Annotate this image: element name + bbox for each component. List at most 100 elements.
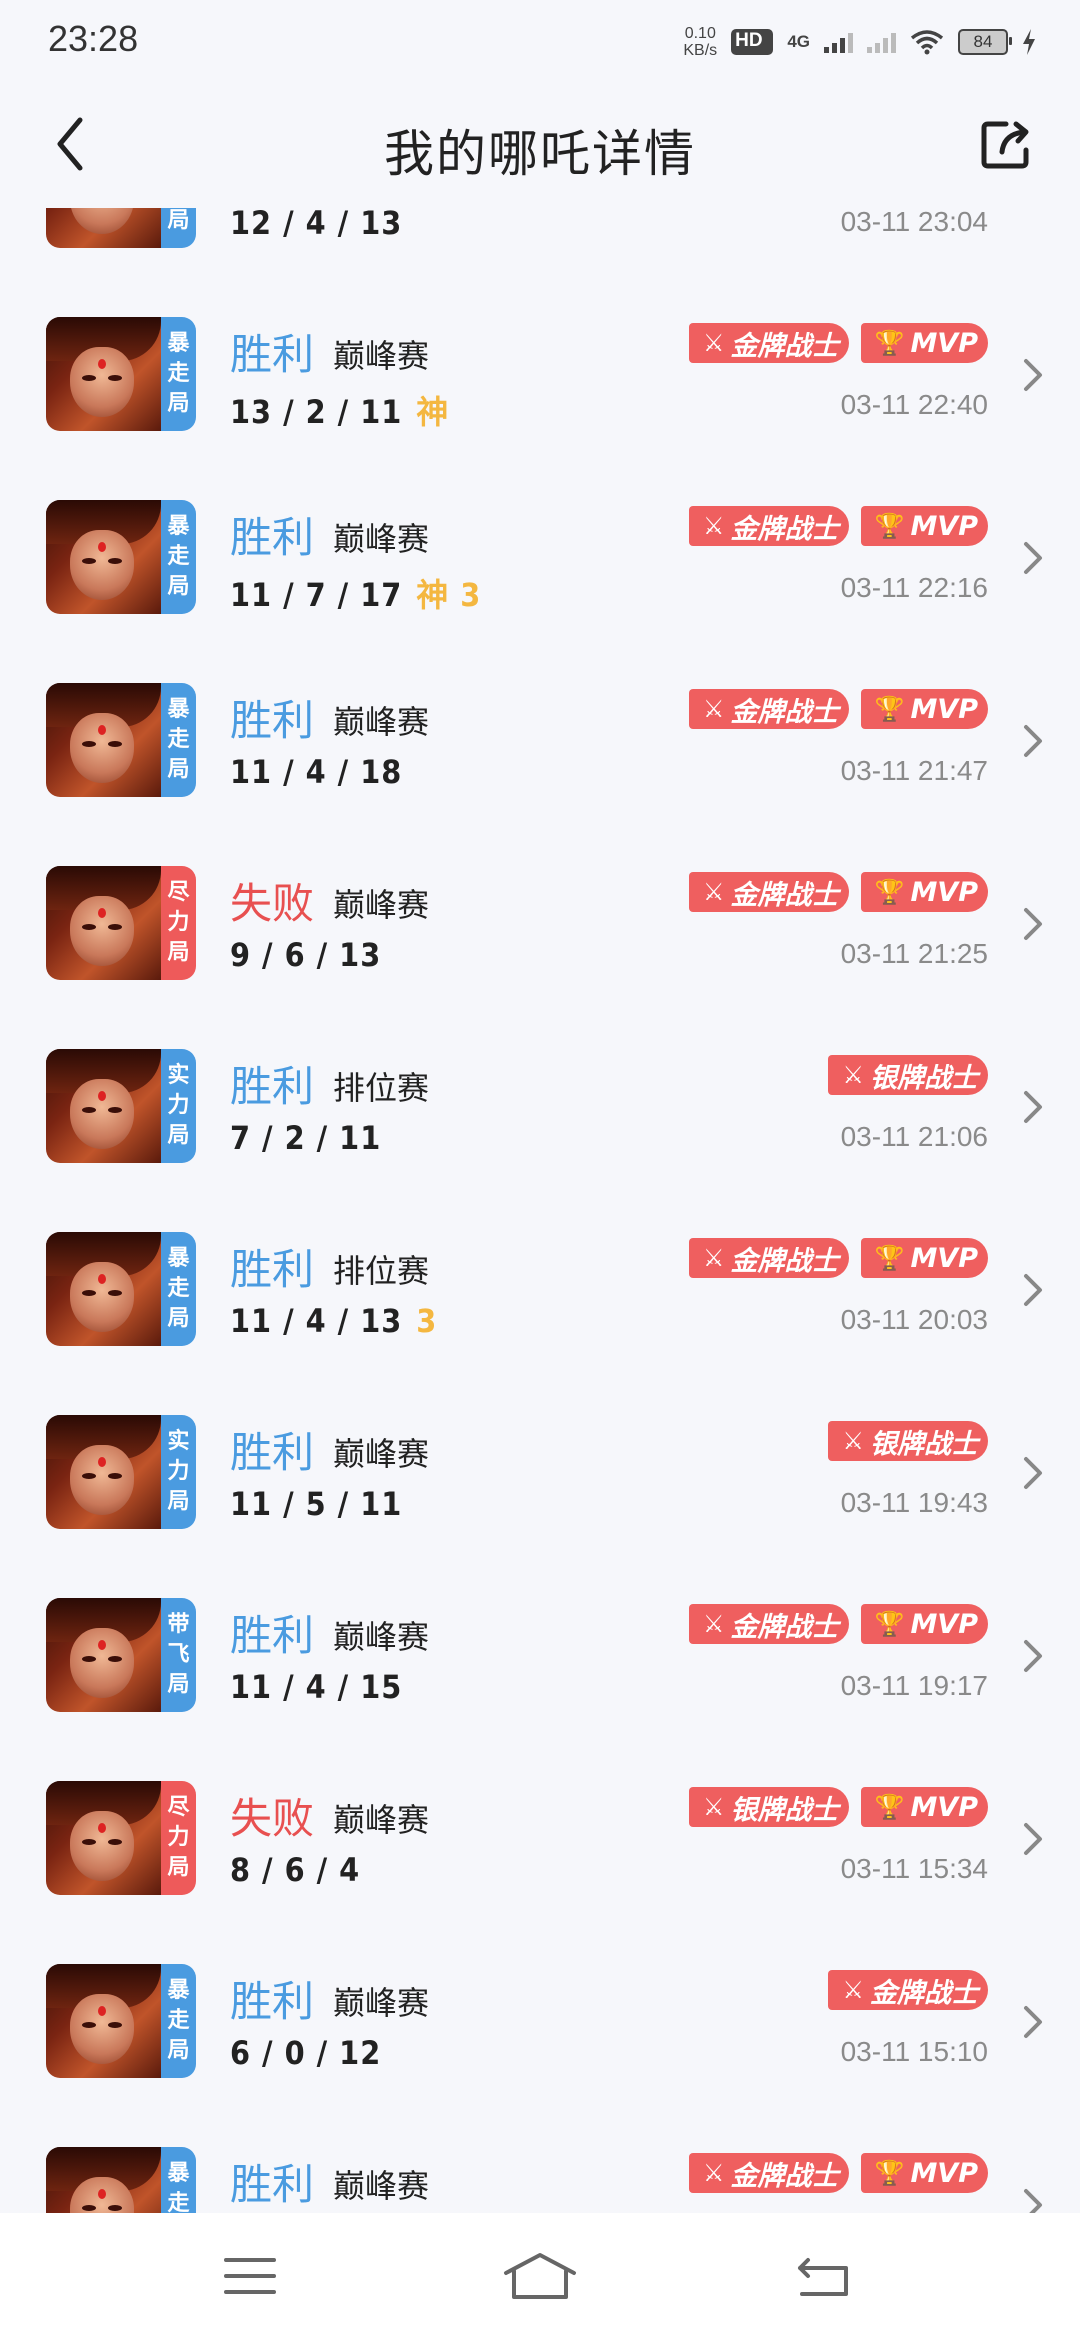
sword-icon: ⚔	[842, 1061, 864, 1089]
home-icon	[504, 2253, 576, 2299]
match-row[interactable]: 暴走局 胜利 巅峰赛 6 / 0 / 12 ⚔ 金牌战士 03-11 15:10	[0, 1910, 1080, 2093]
medal-badge: ⚔ 金牌战士	[689, 1604, 849, 1644]
signal-strength-icon	[824, 31, 853, 53]
match-result: 胜利	[230, 696, 315, 745]
kda-stats: 8 / 6 / 4	[230, 1851, 374, 1889]
match-row[interactable]: 暴走局 胜利 排位赛 12 / 4 / 13 ⚔金牌战士🏆MVP 03-11 2…	[0, 208, 1080, 263]
mode-tag-char: 力	[167, 910, 190, 935]
match-row[interactable]: 实力局 胜利 排位赛 7 / 2 / 11 ⚔ 银牌战士 03-11 21:06	[0, 995, 1080, 1178]
hero-avatar: 实力局	[46, 1415, 196, 1529]
kda-stats: 6 / 0 / 12	[230, 2034, 395, 2072]
sword-icon: ⚔	[703, 1793, 725, 1821]
battery-icon: 84	[958, 29, 1012, 55]
match-time: 03-11 21:06	[840, 1121, 988, 1152]
sword-icon: ⚔	[703, 878, 725, 906]
chevron-right-icon	[1024, 908, 1042, 940]
mvp-badge: 🏆 MVP	[860, 1787, 988, 1827]
home-button[interactable]	[500, 2241, 580, 2311]
hero-portrait	[46, 1049, 161, 1163]
chevron-right-icon	[1024, 1640, 1042, 1672]
mode-tag-char: 暴	[167, 1978, 190, 2003]
chevron-right-icon	[1024, 1091, 1042, 1123]
page-title: 我的哪吒详情	[384, 125, 696, 183]
mode-tag-char: 局	[167, 574, 190, 599]
hero-avatar: 暴走局	[46, 317, 196, 431]
trophy-icon: 🏆	[874, 1244, 905, 1272]
medal-badge: ⚔ 银牌战士	[828, 1055, 988, 1095]
status-time: 23:28	[48, 18, 139, 59]
system-nav-bar	[0, 2213, 1080, 2340]
kda-value: 13 / 2 / 11	[230, 393, 403, 431]
match-result: 胜利	[230, 1062, 315, 1111]
chevron-right-icon	[1024, 1274, 1042, 1306]
match-rating-tag: 暴走局	[161, 1232, 196, 1346]
match-time: 03-11 21:25	[840, 938, 988, 969]
match-row[interactable]: 带飞局 胜利 巅峰赛 11 / 4 / 15 ⚔ 金牌战士 🏆 MVP 03-11 1…	[0, 1544, 1080, 1727]
match-row[interactable]: 暴走局 胜利 巅峰赛 11 / 4 / 18 ⚔ 金牌战士 🏆 MVP 03-11 2…	[0, 629, 1080, 812]
kda-value: 12 / 4 / 13	[230, 208, 403, 242]
menu-button[interactable]	[210, 2241, 290, 2311]
sword-icon: ⚔	[703, 2159, 725, 2187]
kda-stats: 11 / 4 / 13 3	[230, 1302, 437, 1340]
mode-tag-char: 暴	[167, 331, 190, 356]
kda-value: 8 / 6 / 4	[230, 1851, 361, 1889]
match-rating-tag: 暴走局	[161, 2147, 196, 2213]
match-mode: 巅峰赛	[333, 1801, 430, 1839]
status-bar: 23:28 0.10 KB/s HD1 4G 84	[0, 0, 1080, 84]
match-rating-tag: 暴走局	[161, 317, 196, 431]
match-mode: 巅峰赛	[333, 1435, 430, 1473]
mode-tag-char: 走	[167, 2191, 190, 2213]
match-rating-tag: 实力局	[161, 1415, 196, 1529]
mvp-badge: 🏆 MVP	[860, 872, 988, 912]
mode-tag-char: 飞	[167, 1642, 190, 1667]
chevron-right-icon	[1024, 359, 1042, 391]
match-time: 03-11 15:34	[840, 1853, 988, 1884]
back-nav-button[interactable]	[784, 2241, 864, 2311]
kda-value: 11 / 4 / 18	[230, 753, 403, 791]
hero-portrait	[46, 500, 161, 614]
match-row[interactable]: 暴走局 胜利 巅峰赛 13 / 2 / 11 神 ⚔ 金牌战士 🏆 MVP 03-11 …	[0, 263, 1080, 446]
kda-stats: 11 / 7 / 17 神 3	[230, 570, 481, 616]
match-row[interactable]: 暴走局 胜利 巅峰赛 ⚔金牌战士 🏆MVP	[0, 2093, 1080, 2213]
hero-avatar: 实力局	[46, 1049, 196, 1163]
match-result: 胜利	[230, 513, 315, 562]
share-button[interactable]	[978, 116, 1034, 172]
kda-value: 6 / 0 / 12	[230, 2034, 382, 2072]
sword-icon: ⚔	[703, 1610, 725, 1638]
hero-avatar: 暴走局	[46, 500, 196, 614]
match-badges: ⚔ 银牌战士	[828, 1421, 988, 1461]
hero-avatar: 带飞局	[46, 1598, 196, 1712]
medal-badge: ⚔ 金牌战士	[689, 689, 849, 729]
match-list[interactable]: 暴走局 胜利 排位赛 12 / 4 / 13 ⚔金牌战士🏆MVP 03-11 2…	[0, 208, 1080, 2213]
mode-tag-char: 局	[167, 1489, 190, 1514]
hero-portrait	[46, 208, 161, 248]
mode-tag-char: 局	[167, 2038, 190, 2063]
match-mode: 巅峰赛	[333, 1618, 430, 1656]
mode-tag-char: 带	[167, 1612, 190, 1637]
match-row[interactable]: 尽力局 失败 巅峰赛 9 / 6 / 13 ⚔ 金牌战士 🏆 MVP 03-11 21…	[0, 812, 1080, 995]
match-row[interactable]: 实力局 胜利 巅峰赛 11 / 5 / 11 ⚔ 银牌战士 03-11 19:43	[0, 1361, 1080, 1544]
match-rating-tag: 暴走局	[161, 1964, 196, 2078]
mode-tag-char: 暴	[167, 514, 190, 539]
mode-tag-char: 力	[167, 1825, 190, 1850]
kda-stats: 7 / 2 / 11	[230, 1119, 395, 1157]
hero-portrait	[46, 1232, 161, 1346]
match-badges: ⚔ 金牌战士 🏆 MVP	[689, 506, 988, 546]
medal-badge: ⚔ 金牌战士	[828, 1970, 988, 2010]
sword-icon: ⚔	[703, 329, 725, 357]
match-time: 03-11 21:47	[840, 755, 988, 786]
status-icons: 0.10 KB/s HD1 4G 84	[683, 22, 1036, 62]
mode-tag-char: 暴	[167, 697, 190, 722]
match-badges: ⚔ 金牌战士 🏆 MVP	[689, 1604, 988, 1644]
mode-tag-char: 尽	[167, 880, 190, 905]
match-rating-tag: 尽力局	[161, 866, 196, 980]
chevron-right-icon	[1020, 208, 1046, 212]
match-row[interactable]: 暴走局 胜利 排位赛 11 / 4 / 13 3 ⚔ 金牌战士 🏆 MVP 03-11 …	[0, 1178, 1080, 1361]
mode-tag-char: 尽	[167, 1795, 190, 1820]
mode-tag-char: 局	[167, 1123, 190, 1148]
match-row[interactable]: 暴走局 胜利 巅峰赛 11 / 7 / 17 神 3 ⚔ 金牌战士 🏆 MVP 03-1…	[0, 446, 1080, 629]
match-badges: ⚔ 金牌战士 🏆 MVP	[689, 1238, 988, 1278]
medal-badge: ⚔ 金牌战士	[689, 2153, 849, 2193]
hero-avatar: 尽力局	[46, 866, 196, 980]
match-row[interactable]: 尽力局 失败 巅峰赛 8 / 6 / 4 ⚔ 银牌战士 🏆 MVP 03-11 15:…	[0, 1727, 1080, 1910]
